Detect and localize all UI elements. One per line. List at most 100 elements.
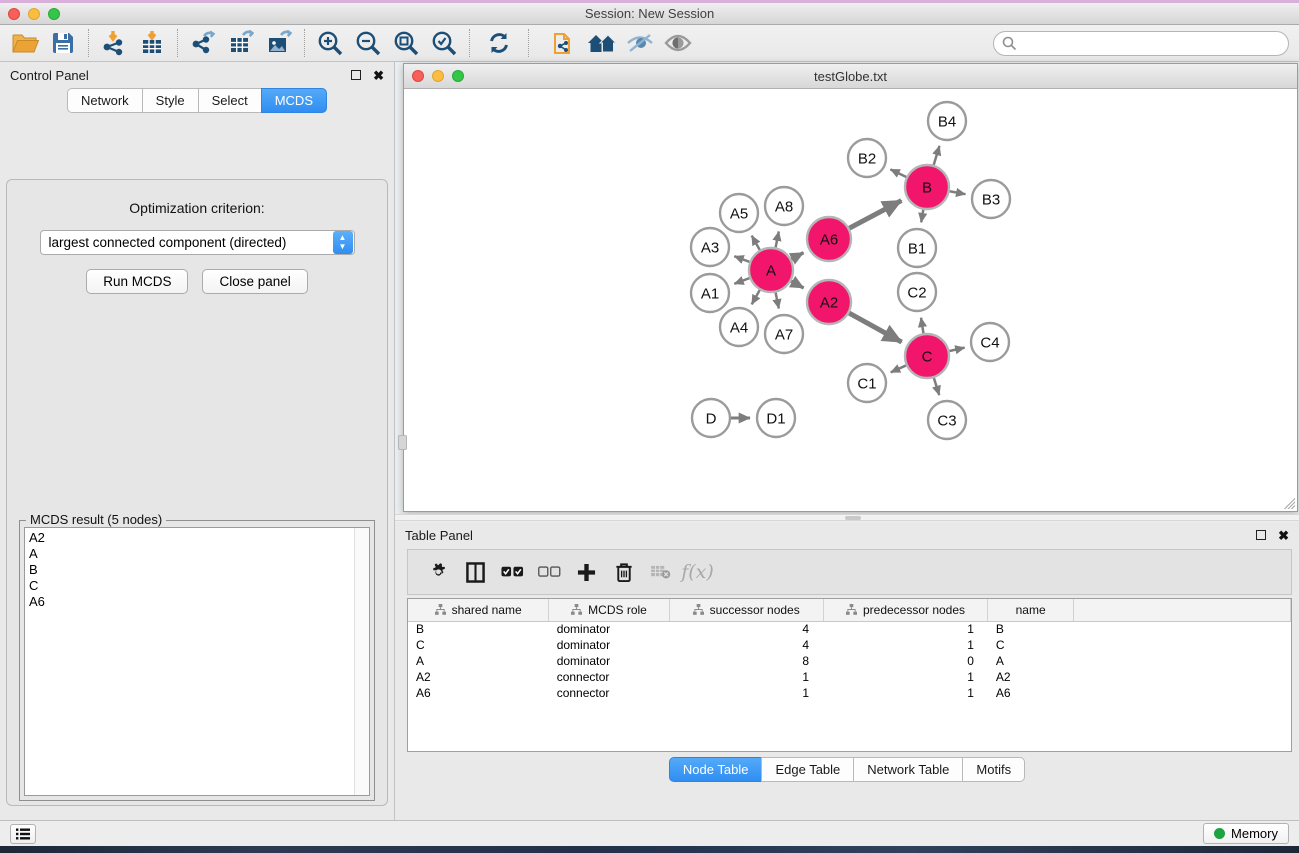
float-panel-icon[interactable]: [351, 70, 361, 80]
graph-edge-C-C2[interactable]: [921, 318, 923, 334]
mcds-result-list[interactable]: A2ABCA6: [24, 527, 370, 796]
graph-edge-B-B1[interactable]: [921, 210, 923, 223]
graph-edge-A-A8[interactable]: [776, 231, 779, 247]
tab-style[interactable]: Style: [142, 88, 198, 113]
network-canvas[interactable]: B4B2BB3A8A5A6A3B1AA1C2A2A4A7C4CC1DD1C3: [404, 89, 1297, 511]
graph-edge-C-C4[interactable]: [949, 348, 964, 351]
graph-node-A4[interactable]: A4: [720, 308, 758, 346]
result-list-item[interactable]: A: [29, 546, 349, 562]
graph-edge-A-A5[interactable]: [752, 236, 760, 250]
hide-panel-icon[interactable]: [621, 28, 659, 58]
float-table-panel-icon[interactable]: [1256, 530, 1266, 540]
network-window-titlebar[interactable]: testGlobe.txt: [404, 64, 1297, 89]
clear-selection-icon[interactable]: [531, 554, 568, 590]
zoom-selected-icon[interactable]: [425, 28, 463, 58]
graph-node-A3[interactable]: A3: [691, 228, 729, 266]
horizontal-scrollbar-thumb[interactable]: [845, 516, 861, 520]
session-file-icon[interactable]: [545, 28, 583, 58]
graph-node-C4[interactable]: C4: [971, 323, 1009, 361]
graph-edge-A-A4[interactable]: [752, 290, 760, 304]
column-header-successor-nodes[interactable]: successor nodes: [669, 599, 823, 621]
graph-node-A2[interactable]: A2: [807, 280, 851, 324]
zoom-in-icon[interactable]: [311, 28, 349, 58]
export-table-icon[interactable]: [222, 28, 260, 58]
graph-node-C3[interactable]: C3: [928, 401, 966, 439]
tab-mcds[interactable]: MCDS: [261, 88, 327, 113]
result-scrollbar[interactable]: [354, 528, 369, 795]
graph-edge-C-C3[interactable]: [934, 378, 939, 395]
graph-node-A1[interactable]: A1: [691, 274, 729, 312]
memory-button[interactable]: Memory: [1203, 823, 1289, 844]
graph-node-C[interactable]: C: [905, 334, 949, 378]
graph-node-B1[interactable]: B1: [898, 229, 936, 267]
delete-column-icon[interactable]: [605, 554, 642, 590]
graph-node-A8[interactable]: A8: [765, 187, 803, 225]
tab-node-table[interactable]: Node Table: [669, 757, 762, 782]
save-session-icon[interactable]: [44, 28, 82, 58]
graph-edge-B-B4[interactable]: [934, 146, 940, 165]
graph-node-A7[interactable]: A7: [765, 315, 803, 353]
export-image-icon[interactable]: [260, 28, 298, 58]
graph-edge-A-A7[interactable]: [776, 293, 779, 309]
close-table-panel-icon[interactable]: ✖: [1278, 529, 1289, 542]
search-input[interactable]: [993, 31, 1289, 56]
graph-edge-A-A3[interactable]: [734, 256, 749, 262]
table-row[interactable]: A2connector11A2: [408, 669, 1291, 685]
column-header-predecessor-nodes[interactable]: predecessor nodes: [823, 599, 988, 621]
close-panel-button[interactable]: Close panel: [202, 269, 307, 294]
graph-node-B2[interactable]: B2: [848, 139, 886, 177]
graph-node-D[interactable]: D: [692, 399, 730, 437]
split-columns-icon[interactable]: [457, 554, 494, 590]
run-mcds-button[interactable]: Run MCDS: [86, 269, 188, 294]
column-header-shared-name[interactable]: shared name: [408, 599, 549, 621]
show-panel-icon[interactable]: [659, 28, 697, 58]
graph-node-B4[interactable]: B4: [928, 102, 966, 140]
graph-edge-A6-B[interactable]: [849, 201, 901, 229]
graph-node-A5[interactable]: A5: [720, 194, 758, 232]
task-history-icon[interactable]: [10, 824, 36, 844]
close-panel-icon[interactable]: ✖: [373, 69, 384, 82]
delete-table-icon[interactable]: [642, 554, 679, 590]
zoom-fit-icon[interactable]: [387, 28, 425, 58]
gear-icon[interactable]: [420, 554, 457, 590]
result-list-item[interactable]: B: [29, 562, 349, 578]
graph-edge-A2-C[interactable]: [849, 313, 901, 342]
column-header-name[interactable]: name: [988, 599, 1073, 621]
result-list-item[interactable]: A2: [29, 530, 349, 546]
graph-edge-B-B3[interactable]: [950, 191, 966, 194]
table-row[interactable]: Adominator80A: [408, 653, 1291, 669]
graph-edge-C-C1[interactable]: [891, 365, 906, 372]
graph-node-C2[interactable]: C2: [898, 273, 936, 311]
refresh-icon[interactable]: [480, 28, 518, 58]
resize-grip[interactable]: [1282, 496, 1295, 509]
criterion-select[interactable]: largest connected component (directed) ▲…: [40, 230, 355, 255]
tab-motifs[interactable]: Motifs: [962, 757, 1025, 782]
import-network-icon[interactable]: [95, 28, 133, 58]
table-row[interactable]: A6connector11A6: [408, 685, 1291, 701]
result-list-item[interactable]: C: [29, 578, 349, 594]
export-network-icon[interactable]: [184, 28, 222, 58]
graph-node-D1[interactable]: D1: [757, 399, 795, 437]
add-column-icon[interactable]: [568, 554, 605, 590]
import-table-icon[interactable]: [133, 28, 171, 58]
graph-edge-A-A2[interactable]: [791, 281, 803, 288]
graph-edge-A-A6[interactable]: [791, 253, 803, 259]
home-icon[interactable]: [583, 28, 621, 58]
horizontal-scrollbar[interactable]: [395, 514, 1299, 521]
tab-edge-table[interactable]: Edge Table: [761, 757, 853, 782]
open-folder-icon[interactable]: [6, 28, 44, 58]
desktop-scrollbar-thumb[interactable]: [398, 435, 407, 450]
graph-edge-A-A1[interactable]: [734, 278, 749, 284]
graph-node-C1[interactable]: C1: [848, 364, 886, 402]
tab-network-table[interactable]: Network Table: [853, 757, 962, 782]
graph-node-A[interactable]: A: [749, 248, 793, 292]
tab-network[interactable]: Network: [67, 88, 142, 113]
result-list-item[interactable]: A6: [29, 594, 349, 610]
tab-select[interactable]: Select: [198, 88, 261, 113]
column-header-MCDS-role[interactable]: MCDS role: [549, 599, 670, 621]
graph-edge-B-B2[interactable]: [890, 169, 906, 177]
table-row[interactable]: Bdominator41B: [408, 621, 1291, 637]
graph-node-B[interactable]: B: [905, 165, 949, 209]
function-builder-icon[interactable]: f(x): [679, 554, 716, 590]
graph-node-B3[interactable]: B3: [972, 180, 1010, 218]
